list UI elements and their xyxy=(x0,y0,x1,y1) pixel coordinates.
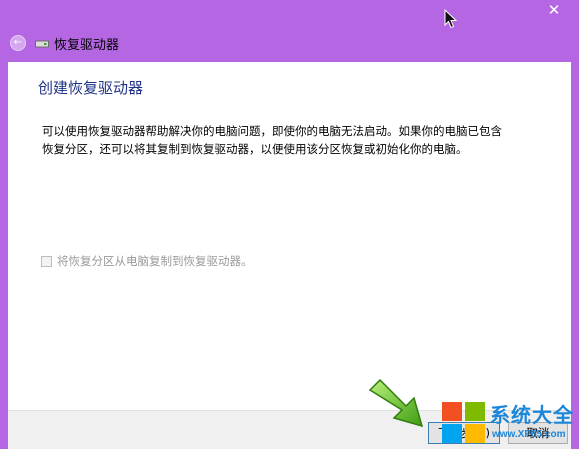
recovery-drive-window: ✕ ← 恢复驱动器 创建恢复驱动器 可以使用恢复驱动器帮助解决你的电脑问题，即使… xyxy=(0,0,579,449)
drive-icon xyxy=(35,40,49,48)
copy-recovery-partition-checkbox[interactable] xyxy=(41,255,52,267)
window-title: 恢复驱动器 xyxy=(54,38,120,53)
back-button[interactable]: ← xyxy=(10,35,26,51)
content-panel: 创建恢复驱动器 可以使用恢复驱动器帮助解决你的电脑问题，即使你的电脑无法启动。如… xyxy=(8,62,571,410)
watermark-url: www.XP85.com xyxy=(492,429,566,440)
green-arrow-icon xyxy=(368,378,424,428)
copy-recovery-partition-option[interactable]: 将恢复分区从电脑复制到恢复驱动器。 xyxy=(41,253,253,269)
back-arrow-icon: ← xyxy=(13,37,23,48)
mouse-cursor-icon xyxy=(444,9,458,29)
close-button[interactable]: ✕ xyxy=(537,0,571,20)
page-description: 可以使用恢复驱动器帮助解决你的电脑问题，即使你的电脑无法启动。如果你的电脑已包含… xyxy=(42,124,502,156)
site-watermark: 系统大全 www.XP85.com xyxy=(440,397,579,449)
copy-recovery-partition-label: 将恢复分区从电脑复制到恢复驱动器。 xyxy=(57,254,253,268)
close-icon[interactable]: ✕ xyxy=(548,1,561,19)
windows-logo-icon xyxy=(442,402,485,443)
page-heading: 创建恢复驱动器 xyxy=(38,79,144,97)
watermark-brand: 系统大全 xyxy=(490,403,574,427)
